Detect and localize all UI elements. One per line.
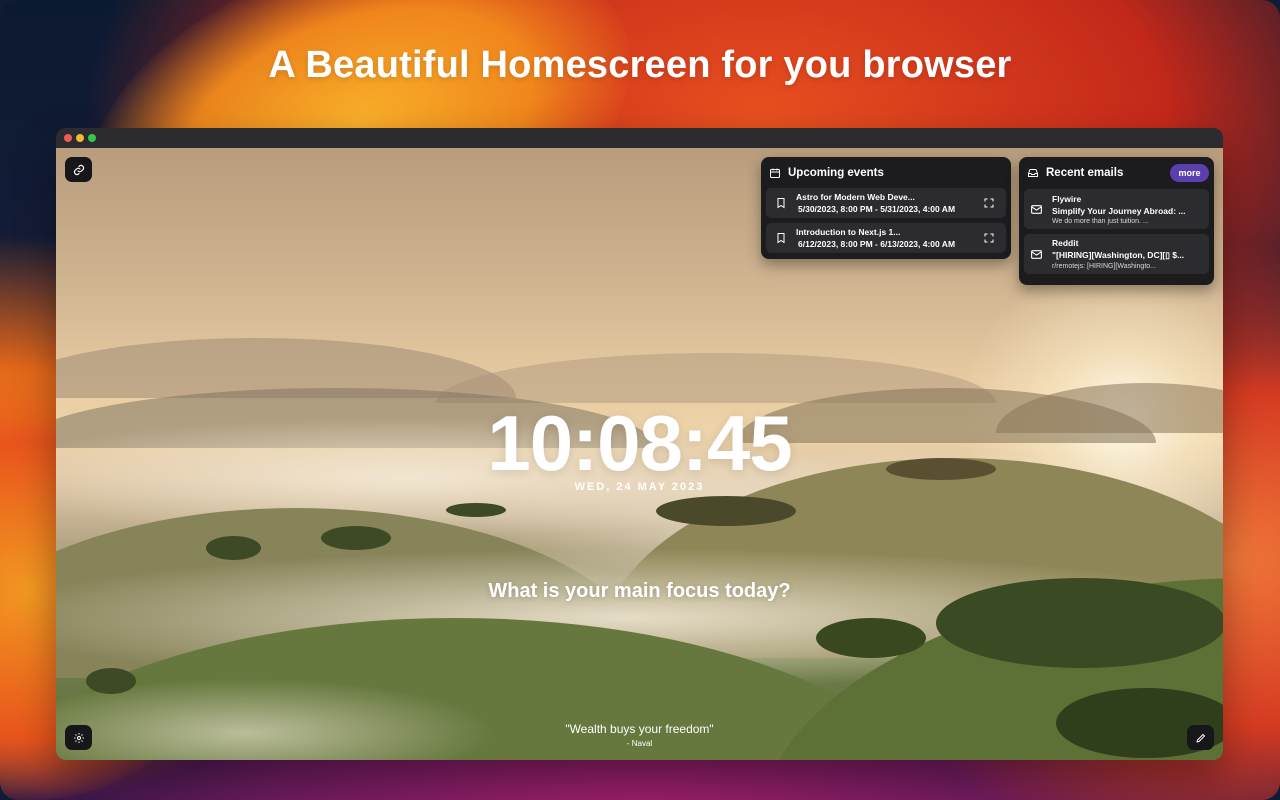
links-button[interactable] xyxy=(65,157,92,182)
envelope-icon xyxy=(1031,204,1042,214)
quote-author: - Naval xyxy=(626,739,653,748)
calendar-icon xyxy=(770,168,780,178)
email-item[interactable]: Reddit "[HIRING][Washington, DC][▯ $... … xyxy=(1024,234,1209,274)
event-item[interactable]: Astro for Modern Web Deve... 5/30/2023, … xyxy=(766,188,1006,218)
focus-prompt[interactable]: What is your main focus today? xyxy=(56,580,1223,603)
emails-title: Recent emails xyxy=(1046,167,1124,179)
events-header: Upcoming events xyxy=(766,165,1006,181)
events-title: Upcoming events xyxy=(788,167,884,179)
bookmark-icon xyxy=(777,198,785,209)
clock-date: WED, 24 MAY 2023 xyxy=(574,481,705,493)
window-titlebar xyxy=(56,128,1223,148)
email-subject: Simplify Your Journey Abroad: ... xyxy=(1052,205,1186,216)
window-zoom-button[interactable] xyxy=(88,134,96,142)
bookmark-icon xyxy=(777,233,785,244)
expand-icon[interactable] xyxy=(983,197,995,209)
upcoming-events-widget: Upcoming events Astro for Modern Web Dev… xyxy=(761,157,1011,259)
browser-window: Upcoming events Astro for Modern Web Dev… xyxy=(56,128,1223,760)
expand-icon[interactable] xyxy=(983,232,995,244)
envelope-icon xyxy=(1031,249,1042,259)
event-date: 6/12/2023, 8:00 PM - 6/13/2023, 4:00 AM xyxy=(798,239,956,249)
event-item[interactable]: Introduction to Next.js 1... 6/12/2023, … xyxy=(766,223,1006,253)
emails-header: Recent emails more xyxy=(1024,164,1209,182)
email-sender: Reddit xyxy=(1052,238,1079,248)
event-date: 5/30/2023, 8:00 PM - 5/31/2023, 4:00 AM xyxy=(798,204,956,214)
email-preview: r/remotejs: [HIRING][Washingto... xyxy=(1052,263,1156,270)
link-icon xyxy=(73,164,84,175)
recent-emails-widget: Recent emails more Flywire Simplify Your… xyxy=(1019,157,1214,285)
email-item[interactable]: Flywire Simplify Your Journey Abroad: ..… xyxy=(1024,189,1209,229)
email-preview: We do more than just tuition. ... xyxy=(1052,217,1149,225)
clock-time: 10:08:45 xyxy=(487,399,792,487)
quote-text: "Wealth buys your freedom" xyxy=(565,722,714,736)
event-title: Astro for Modern Web Deve... xyxy=(796,192,915,202)
promo-headline: A Beautiful Homescreen for you browser xyxy=(268,44,1012,86)
window-close-button[interactable] xyxy=(64,134,72,142)
email-subject: "[HIRING][Washington, DC][▯ $... xyxy=(1052,250,1185,260)
window-minimize-button[interactable] xyxy=(76,134,84,142)
more-emails-button[interactable]: more xyxy=(1170,164,1209,182)
inbox-icon xyxy=(1028,169,1038,177)
email-sender: Flywire xyxy=(1052,193,1082,204)
event-title: Introduction to Next.js 1... xyxy=(796,227,901,237)
